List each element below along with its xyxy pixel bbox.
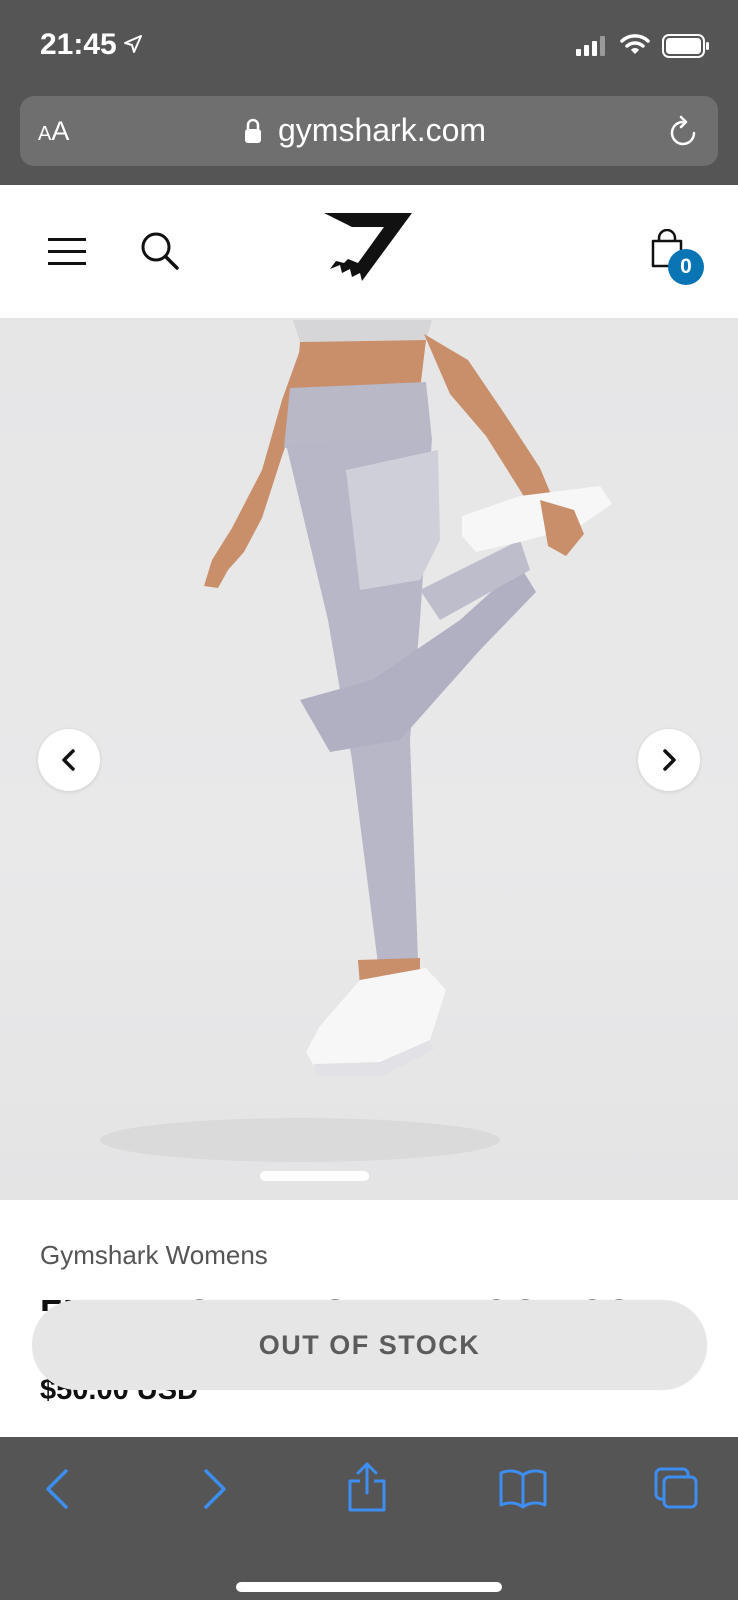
- previous-image-button[interactable]: [38, 729, 100, 791]
- share-icon[interactable]: [346, 1461, 388, 1513]
- location-arrow-icon: [124, 35, 142, 53]
- next-image-button[interactable]: [638, 729, 700, 791]
- address-bar[interactable]: AA gymshark.com: [20, 96, 718, 166]
- chevron-left-icon: [62, 749, 75, 771]
- home-indicator: [236, 1582, 502, 1592]
- status-time: 21:45: [40, 28, 117, 61]
- cart-count-badge: 0: [668, 249, 704, 285]
- tabs-icon[interactable]: [654, 1467, 700, 1511]
- status-bar: 21:45: [0, 0, 738, 92]
- product-image: [100, 320, 612, 1162]
- out-of-stock-button[interactable]: OUT OF STOCK: [32, 1300, 707, 1390]
- text-size-button[interactable]: AA: [38, 116, 69, 147]
- cellular-signal-icon: [576, 36, 605, 56]
- back-icon[interactable]: [42, 1467, 72, 1511]
- browser-address-area: AA gymshark.com: [0, 92, 738, 185]
- lock-icon: [245, 118, 261, 143]
- search-icon[interactable]: [140, 231, 180, 271]
- battery-icon: [662, 34, 709, 58]
- forward-icon[interactable]: [200, 1467, 230, 1511]
- product-brand: Gymshark Womens: [40, 1240, 268, 1270]
- wifi-icon: [620, 34, 650, 54]
- chevron-right-icon: [663, 749, 676, 771]
- reload-icon[interactable]: [668, 114, 700, 148]
- menu-icon[interactable]: [48, 237, 88, 267]
- browser-toolbar: [0, 1437, 738, 1600]
- url-text: gymshark.com: [278, 112, 487, 148]
- gymshark-logo[interactable]: [322, 211, 414, 283]
- product-image-gallery[interactable]: [0, 320, 738, 1200]
- site-header: 0: [0, 185, 738, 320]
- bookmarks-icon[interactable]: [498, 1467, 548, 1509]
- carousel-indicator[interactable]: [260, 1171, 369, 1181]
